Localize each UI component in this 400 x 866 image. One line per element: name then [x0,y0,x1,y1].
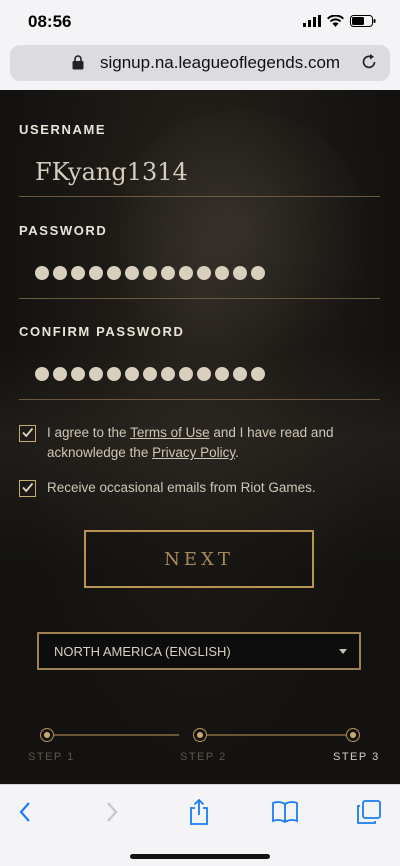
reload-icon[interactable] [360,53,378,71]
status-bar: 08:56 [0,0,400,44]
password-mask-dot [53,266,67,280]
password-mask-dot [215,367,229,381]
lock-icon [72,55,84,70]
username-field[interactable]: FKyang1314 [19,150,380,197]
status-time: 08:56 [28,12,72,31]
forward-button[interactable] [95,797,129,827]
password-mask-dot [71,367,85,381]
status-icons [303,15,376,27]
address-bar[interactable]: signup.na.leagueoflegends.com [10,45,390,81]
back-button[interactable] [8,797,42,827]
password-mask-dot [233,367,247,381]
confirm-password-mask [35,367,265,381]
username-label: USERNAME [19,122,107,137]
url-text: signup.na.leagueoflegends.com [100,53,341,72]
step-1-dot [40,728,54,742]
step-3-label: STEP 3 [333,751,380,763]
tabs-button[interactable] [352,797,386,827]
password-mask-dot [197,367,211,381]
password-field[interactable] [19,252,380,299]
username-value: FKyang1314 [35,158,188,186]
signal-icon [303,15,321,27]
wifi-icon [327,15,344,27]
region-select[interactable]: NORTH AMERICA (ENGLISH) [37,632,361,670]
password-mask-dot [143,367,157,381]
password-mask-dot [107,266,121,280]
step-2-dot [193,728,207,742]
next-button[interactable]: NEXT [84,530,314,588]
terms-text-part3: . [235,445,239,460]
password-mask-dot [161,367,175,381]
share-button[interactable] [182,797,216,827]
step-2-label: STEP 2 [180,751,227,763]
terms-of-use-link[interactable]: Terms of Use [130,425,210,440]
password-mask-dot [233,266,247,280]
tabs-icon [357,800,381,824]
password-mask-dot [179,266,193,280]
checkmark-icon [22,482,34,493]
step-1-label: STEP 1 [28,751,75,763]
password-mask-dot [197,266,211,280]
password-mask [35,266,265,280]
forward-icon [107,802,118,822]
password-mask-dot [53,367,67,381]
terms-row: I agree to the Terms of Use and I have r… [19,423,379,463]
region-value: NORTH AMERICA (ENGLISH) [54,644,231,659]
signup-page: USERNAME FKyang1314 PASSWORD CONFIRM PAS… [0,90,400,784]
chevron-down-icon [339,649,347,654]
confirm-password-label: CONFIRM PASSWORD [19,324,185,339]
emails-text: Receive occasional emails from Riot Game… [47,480,316,495]
share-icon [190,798,208,825]
confirm-password-field[interactable] [19,353,380,400]
password-mask-dot [107,367,121,381]
checkmark-icon [22,427,34,438]
password-mask-dot [125,367,139,381]
password-mask-dot [125,266,139,280]
battery-icon [350,15,376,27]
password-mask-dot [89,367,103,381]
password-mask-dot [35,367,49,381]
terms-text-part1: I agree to the [47,425,131,440]
password-label: PASSWORD [19,223,108,238]
password-mask-dot [89,266,103,280]
terms-checkbox[interactable] [19,425,36,442]
step-connector [54,734,179,736]
emails-row: Receive occasional emails from Riot Game… [19,478,379,498]
privacy-policy-link[interactable]: Privacy Policy [152,445,235,460]
emails-checkbox[interactable] [19,480,36,497]
password-mask-dot [143,266,157,280]
terms-text: I agree to the Terms of Use and I have r… [47,423,379,463]
step-connector [207,734,346,736]
password-mask-dot [35,266,49,280]
step-progress: STEP 1 STEP 2 STEP 3 [0,720,400,780]
password-mask-dot [179,367,193,381]
bookmarks-icon [272,801,298,824]
password-mask-dot [215,266,229,280]
password-mask-dot [161,266,175,280]
password-mask-dot [71,266,85,280]
password-mask-dot [251,266,265,280]
step-3-dot [346,728,360,742]
bookmarks-button[interactable] [268,797,302,827]
home-indicator [130,854,270,859]
password-mask-dot [251,367,265,381]
back-icon [19,802,30,822]
